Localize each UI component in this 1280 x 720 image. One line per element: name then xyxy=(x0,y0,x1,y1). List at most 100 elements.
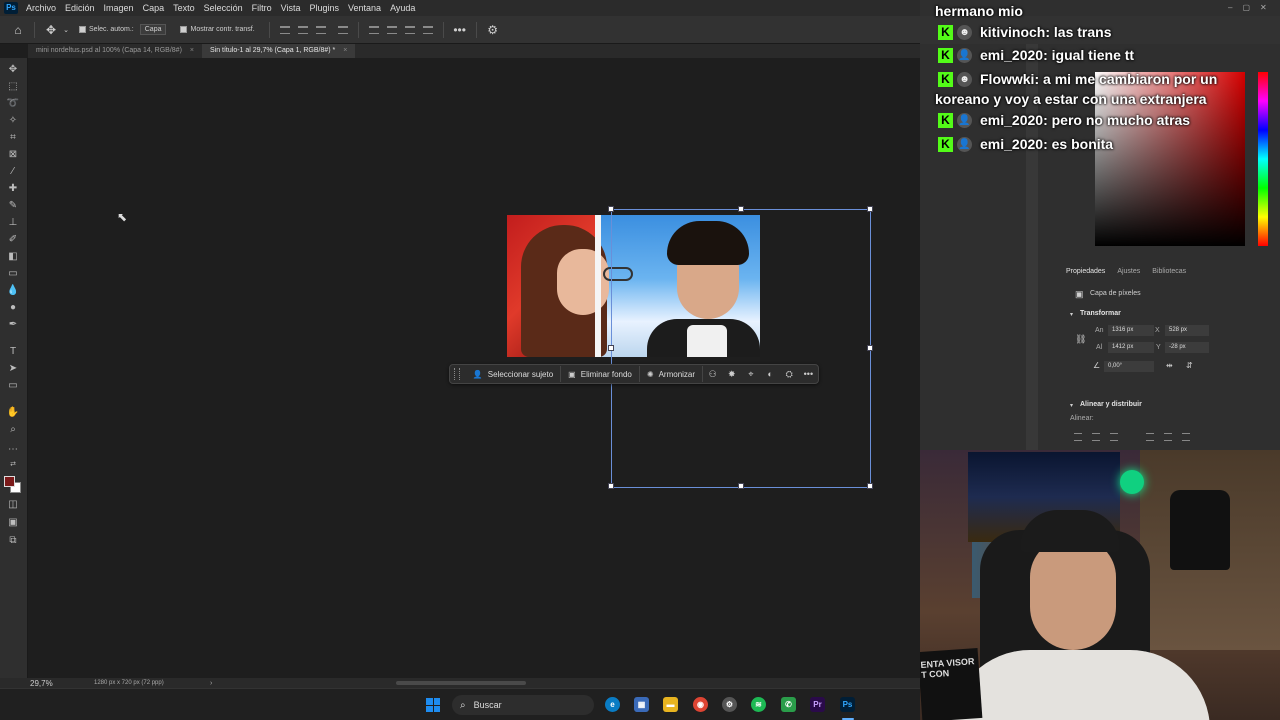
more-options-button[interactable]: ••• xyxy=(799,369,818,379)
align-vertical-centers-icon[interactable] xyxy=(386,25,397,34)
dodge-tool-icon[interactable]: ● xyxy=(6,301,20,315)
horizontal-scrollbar[interactable] xyxy=(396,681,526,685)
sparkle-icon[interactable]: ✸ xyxy=(722,369,741,380)
auto-select-dropdown[interactable]: Capa xyxy=(139,24,167,35)
swap-colors-icon[interactable]: ⇄ xyxy=(6,458,20,472)
photoshop-icon[interactable]: Ps xyxy=(840,697,855,712)
distribute-horizontal-icon[interactable] xyxy=(337,25,348,34)
clone-stamp-tool-icon[interactable]: ⊥ xyxy=(6,216,20,230)
align-right-icon[interactable] xyxy=(1110,433,1118,441)
canvas-area[interactable]: ⬉ 👤 Seleccionar sujeto ▣ Eliminar fondo … xyxy=(28,58,920,678)
settings-icon[interactable]: ⚙ xyxy=(722,697,737,712)
harmonize-button[interactable]: ✺ Armonizar xyxy=(640,366,704,382)
menu-plugins[interactable]: Plugins xyxy=(310,3,340,13)
transform-handle-left[interactable] xyxy=(608,345,614,351)
path-selection-tool-icon[interactable]: ➤ xyxy=(6,362,20,376)
menu-imagen[interactable]: Imagen xyxy=(104,3,134,13)
distribute-vertical-icon[interactable] xyxy=(422,25,433,34)
transform-handle-bottom-left[interactable] xyxy=(608,483,614,489)
chrome-icon[interactable]: ◉ xyxy=(693,697,708,712)
home-icon[interactable]: ⌂ xyxy=(8,23,28,37)
windows-start-icon[interactable] xyxy=(426,698,440,712)
quick-mask-icon[interactable]: ◫ xyxy=(6,498,20,512)
remove-background-button[interactable]: ▣ Eliminar fondo xyxy=(561,366,640,382)
history-brush-tool-icon[interactable]: ✐ xyxy=(6,233,20,247)
tab-ajustes[interactable]: Ajustes xyxy=(1117,268,1140,275)
auto-select-checkbox[interactable] xyxy=(79,26,86,33)
tab-mini-nordeltus[interactable]: mini nordeltus.psd al 100% (Capa 14, RGB… xyxy=(28,44,202,58)
link-icon[interactable]: ⛓ xyxy=(1075,334,1086,345)
tab-propiedades[interactable]: Propiedades xyxy=(1066,268,1105,275)
transform-handle-bottom[interactable] xyxy=(738,483,744,489)
select-subject-button[interactable]: 👤 Seleccionar sujeto xyxy=(466,366,562,382)
move-tool-icon[interactable]: ✥ xyxy=(6,63,20,77)
drag-handle-icon[interactable] xyxy=(454,368,460,380)
x-field[interactable]: 528 px xyxy=(1165,325,1209,336)
menu-filtro[interactable]: Filtro xyxy=(252,3,272,13)
screen-mode-icon[interactable]: ▣ xyxy=(6,516,20,530)
more-options-button[interactable]: ••• xyxy=(450,23,470,37)
menu-archivo[interactable]: Archivo xyxy=(26,3,56,13)
spotify-icon[interactable]: ≋ xyxy=(751,697,766,712)
menu-edicion[interactable]: Edición xyxy=(65,3,95,13)
magic-wand-tool-icon[interactable]: ✧ xyxy=(6,114,20,128)
angle-field[interactable]: 0,00° xyxy=(1104,361,1154,372)
height-field[interactable]: 1412 px xyxy=(1108,342,1154,353)
type-tool-icon[interactable]: T xyxy=(6,345,20,359)
align-left-icon[interactable] xyxy=(1074,433,1082,441)
brush-tool-icon[interactable]: ✎ xyxy=(6,199,20,213)
transform-bounding-box[interactable] xyxy=(608,206,873,489)
tab-bibliotecas[interactable]: Bibliotecas xyxy=(1152,268,1186,275)
hue-slider[interactable] xyxy=(1258,72,1268,246)
generative-fill-icon[interactable]: ⚇ xyxy=(703,369,722,380)
healing-brush-tool-icon[interactable]: ✚ xyxy=(6,182,20,196)
transform-icon[interactable]: ⌖ xyxy=(741,369,760,380)
taskbar-search[interactable]: ⌕ Buscar xyxy=(452,695,594,715)
adjustment-icon[interactable]: ⛭ xyxy=(780,369,799,380)
crop-tool-icon[interactable]: ⌗ xyxy=(6,131,20,145)
menu-vista[interactable]: Vista xyxy=(281,3,301,13)
layer-comps-icon[interactable]: ⧉ xyxy=(6,534,20,548)
align-center-icon[interactable] xyxy=(1092,433,1100,441)
transform-handle-top-left[interactable] xyxy=(608,206,614,212)
transform-handle-right[interactable] xyxy=(867,345,873,351)
store-icon[interactable]: ▦ xyxy=(634,697,649,712)
whatsapp-icon[interactable]: ✆ xyxy=(781,697,796,712)
menu-capa[interactable]: Capa xyxy=(143,3,165,13)
align-top-icon[interactable] xyxy=(1146,433,1154,441)
align-bottom-edges-icon[interactable] xyxy=(404,25,415,34)
mask-icon[interactable]: ◐ xyxy=(761,369,780,379)
more-tools-icon[interactable]: ⋯ xyxy=(6,443,20,457)
chevron-down-icon[interactable]: ▾ xyxy=(1070,402,1073,409)
marquee-tool-icon[interactable]: ⬚ xyxy=(6,80,20,94)
chevron-down-icon[interactable]: ⌄ xyxy=(61,26,71,34)
y-field[interactable]: -28 px xyxy=(1165,342,1209,353)
width-field[interactable]: 1316 px xyxy=(1108,325,1154,336)
align-right-edges-icon[interactable] xyxy=(315,25,326,34)
blur-tool-icon[interactable]: 💧 xyxy=(6,284,20,298)
zoom-tool-icon[interactable]: ⌕ xyxy=(6,423,20,437)
transform-handle-top[interactable] xyxy=(738,206,744,212)
tab-sin-titulo-1[interactable]: Sin título-1 al 29,7% (Capa 1, RGB/8#) *… xyxy=(201,44,356,58)
align-horizontal-centers-icon[interactable] xyxy=(297,25,308,34)
menu-seleccion[interactable]: Selección xyxy=(204,3,243,13)
frame-tool-icon[interactable]: ⊠ xyxy=(6,148,20,162)
flip-horizontal-icon[interactable]: ⇹ xyxy=(1166,361,1173,370)
align-top-edges-icon[interactable] xyxy=(368,25,379,34)
eraser-tool-icon[interactable]: ◧ xyxy=(6,250,20,264)
flip-vertical-icon[interactable]: ⇵ xyxy=(1186,361,1193,370)
eyedropper-tool-icon[interactable]: ⁄ xyxy=(6,165,20,179)
pen-tool-icon[interactable]: ✒ xyxy=(6,318,20,332)
chevron-down-icon[interactable]: ▾ xyxy=(1070,311,1073,318)
align-middle-icon[interactable] xyxy=(1164,433,1172,441)
zoom-level[interactable]: 29,7% xyxy=(30,679,94,688)
hand-tool-icon[interactable]: ✋ xyxy=(6,406,20,420)
show-transform-checkbox[interactable] xyxy=(180,26,188,33)
foreground-color-swatch[interactable] xyxy=(4,476,15,487)
chevron-right-icon[interactable]: › xyxy=(210,680,212,687)
window-controls[interactable]: –▢✕ xyxy=(1228,3,1277,12)
align-bottom-icon[interactable] xyxy=(1182,433,1190,441)
gear-icon[interactable]: ⚙ xyxy=(483,23,503,37)
lasso-tool-icon[interactable]: ➰ xyxy=(6,97,20,111)
move-tool-preset-icon[interactable]: ✥ xyxy=(41,23,61,37)
